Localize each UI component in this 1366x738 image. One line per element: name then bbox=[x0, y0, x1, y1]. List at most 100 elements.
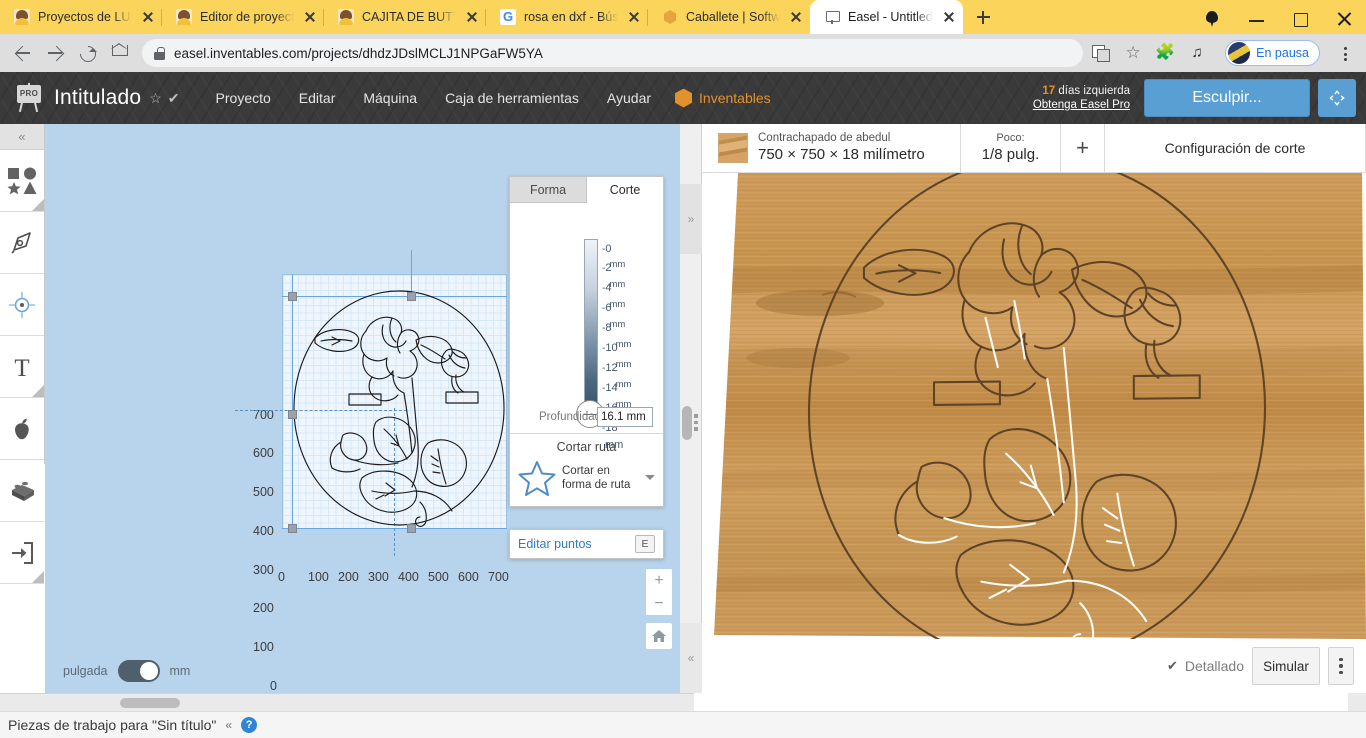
edit-points-button[interactable]: Editar puntos bbox=[518, 537, 592, 551]
home-icon[interactable] bbox=[104, 38, 134, 68]
browser-tab-1[interactable]: Editor de proyectos - I bbox=[162, 0, 324, 34]
tab-title: rosa en dxf - Búsqueda bbox=[524, 10, 618, 24]
profile-chip[interactable]: En pausa bbox=[1225, 40, 1320, 66]
x-axis-tick: 400 bbox=[398, 570, 419, 584]
tab-close-icon[interactable] bbox=[941, 9, 957, 25]
zoom-out-button[interactable]: − bbox=[646, 592, 672, 615]
tab-close-icon[interactable] bbox=[788, 9, 804, 25]
tab-favicon-easel-icon bbox=[824, 9, 840, 25]
scrollbar-thumb[interactable] bbox=[120, 698, 180, 708]
resize-handle-ml[interactable] bbox=[288, 410, 297, 419]
forward-arrow-icon[interactable] bbox=[40, 38, 70, 68]
menu-item-ayudar[interactable]: Ayudar bbox=[593, 90, 665, 106]
status-collapse-icon[interactable]: « bbox=[225, 718, 232, 732]
depth-field-row: Profundidad 16.1 mm bbox=[510, 407, 663, 427]
tab-close-icon[interactable] bbox=[464, 9, 480, 25]
edit-points-panel: Editar puntos E bbox=[509, 529, 664, 559]
brick-icon bbox=[7, 478, 37, 504]
x-axis-tick: 500 bbox=[428, 570, 449, 584]
window-close-button[interactable] bbox=[1322, 4, 1366, 34]
saved-check-icon: ✔ bbox=[167, 89, 180, 106]
bookmark-star-icon[interactable]: ☆ bbox=[1123, 43, 1143, 63]
translate-icon[interactable] bbox=[1091, 43, 1111, 63]
panel-divider[interactable]: » « bbox=[680, 124, 702, 693]
tab-corte[interactable]: Corte bbox=[587, 177, 663, 203]
browser-toolbar: easel.inventables.com/projects/dhdzJDslM… bbox=[0, 34, 1366, 72]
zoom-in-button[interactable]: + bbox=[646, 569, 672, 592]
shapes-tool-button[interactable] bbox=[0, 150, 44, 212]
new-tab-button[interactable] bbox=[969, 3, 997, 31]
text-tool-button[interactable]: T bbox=[0, 336, 44, 398]
material-selector[interactable]: Contrachapado de abedul 750 × 750 × 18 m… bbox=[702, 124, 961, 172]
material-dimensions: 750 × 750 × 18 milímetro bbox=[758, 145, 925, 163]
rail-collapse-button[interactable]: « bbox=[0, 124, 44, 150]
menu-item-proyecto[interactable]: Proyecto bbox=[202, 90, 285, 106]
lock-icon bbox=[154, 46, 165, 60]
puzzle-extensions-icon[interactable]: 🧩 bbox=[1155, 43, 1175, 63]
tab-close-icon[interactable] bbox=[626, 9, 642, 25]
tab-forma[interactable]: Forma bbox=[510, 177, 587, 203]
simulate-button[interactable]: Simular bbox=[1252, 647, 1320, 685]
cut-settings-button[interactable]: Configuración de corte bbox=[1105, 124, 1366, 172]
favorite-star-icon[interactable]: ☆ bbox=[149, 90, 162, 107]
browser-tab-5-active[interactable]: Easel - Untitled bbox=[810, 0, 963, 34]
address-bar[interactable]: easel.inventables.com/projects/dhdzJDslM… bbox=[142, 39, 1084, 67]
carve-button[interactable]: Esculpir... bbox=[1144, 79, 1310, 117]
resize-handle-bc[interactable] bbox=[407, 524, 416, 533]
unit-toggle-switch[interactable] bbox=[117, 659, 160, 682]
divider-collapse-button[interactable]: « bbox=[680, 623, 702, 693]
easel-pro-logo-icon[interactable] bbox=[12, 83, 46, 113]
import-tool-button[interactable] bbox=[0, 522, 44, 584]
location-pin-icon[interactable] bbox=[1190, 4, 1234, 34]
help-icon[interactable]: ? bbox=[241, 717, 258, 733]
get-easel-pro-link[interactable]: Obtenga Easel Pro bbox=[1033, 98, 1130, 112]
window-maximize-button[interactable] bbox=[1278, 4, 1322, 34]
apps-tool-button[interactable] bbox=[0, 398, 44, 460]
menu-item-editar[interactable]: Editar bbox=[285, 90, 350, 106]
cut-path-selector[interactable]: Cortar en forma de ruta bbox=[510, 460, 663, 496]
resize-handle-tl[interactable] bbox=[288, 292, 297, 301]
edit-points-shortcut-key: E bbox=[635, 535, 655, 553]
center-point-tool-button[interactable] bbox=[0, 274, 44, 336]
back-arrow-icon[interactable] bbox=[8, 38, 38, 68]
chevron-down-icon[interactable] bbox=[645, 475, 655, 485]
divider-expand-button[interactable]: » bbox=[680, 184, 702, 254]
bit-selector[interactable]: Poco: 1/8 pulg. bbox=[961, 124, 1061, 172]
media-list-icon[interactable]: ♫ bbox=[1187, 43, 1207, 63]
depth-slider-track[interactable] bbox=[584, 239, 598, 418]
depth-input[interactable]: 16.1 mm bbox=[597, 407, 653, 427]
preview-pane[interactable]: Contrachapado de abedul 750 × 750 × 18 m… bbox=[702, 124, 1366, 693]
browser-tab-2[interactable]: CAJITA DE BUTTERFLY bbox=[324, 0, 486, 34]
components-tool-button[interactable] bbox=[0, 460, 44, 522]
zoom-home-icon[interactable] bbox=[646, 623, 672, 649]
menu-item-maquina[interactable]: Máquina bbox=[349, 90, 431, 106]
menu-item-caja-de-herramientas[interactable]: Caja de herramientas bbox=[431, 90, 593, 106]
resize-handle-tc[interactable] bbox=[407, 292, 416, 301]
browser-tab-0[interactable]: Proyectos de LUCERO bbox=[0, 0, 162, 34]
y-axis-tick: 400 bbox=[253, 524, 274, 538]
wood-preview-stage[interactable] bbox=[702, 155, 1366, 665]
kebab-menu-icon[interactable] bbox=[1328, 647, 1354, 685]
tab-close-icon[interactable] bbox=[140, 9, 156, 25]
inventables-label: Inventables bbox=[699, 90, 771, 106]
pen-tool-button[interactable] bbox=[0, 212, 44, 274]
add-bit-button[interactable]: + bbox=[1061, 124, 1105, 172]
expand-arrows-icon[interactable] bbox=[1318, 79, 1356, 117]
tab-title: Editor de proyectos - I bbox=[200, 10, 294, 24]
import-arrow-icon bbox=[8, 539, 36, 567]
design-artwork[interactable] bbox=[288, 283, 513, 533]
browser-tab-4[interactable]: Caballete | Software CN bbox=[648, 0, 810, 34]
zoom-group: + − bbox=[646, 569, 672, 615]
inventables-link[interactable]: Inventables bbox=[675, 88, 771, 108]
window-minimize-button[interactable] bbox=[1234, 4, 1278, 34]
horizontal-scrollbar[interactable] bbox=[0, 693, 694, 711]
main-menu: Proyecto Editar Máquina Caja de herramie… bbox=[202, 90, 666, 106]
divider-drag-handle[interactable] bbox=[682, 406, 692, 440]
reload-icon[interactable] bbox=[72, 38, 102, 68]
resize-handle-bl[interactable] bbox=[288, 524, 297, 533]
browser-tab-3[interactable]: rosa en dxf - Búsqueda bbox=[486, 0, 648, 34]
tab-close-icon[interactable] bbox=[302, 9, 318, 25]
kebab-menu-icon[interactable] bbox=[1332, 38, 1358, 68]
detailed-toggle[interactable]: ✔ Detallado bbox=[1167, 658, 1244, 674]
depth-tick-0: -0 bbox=[602, 243, 612, 255]
